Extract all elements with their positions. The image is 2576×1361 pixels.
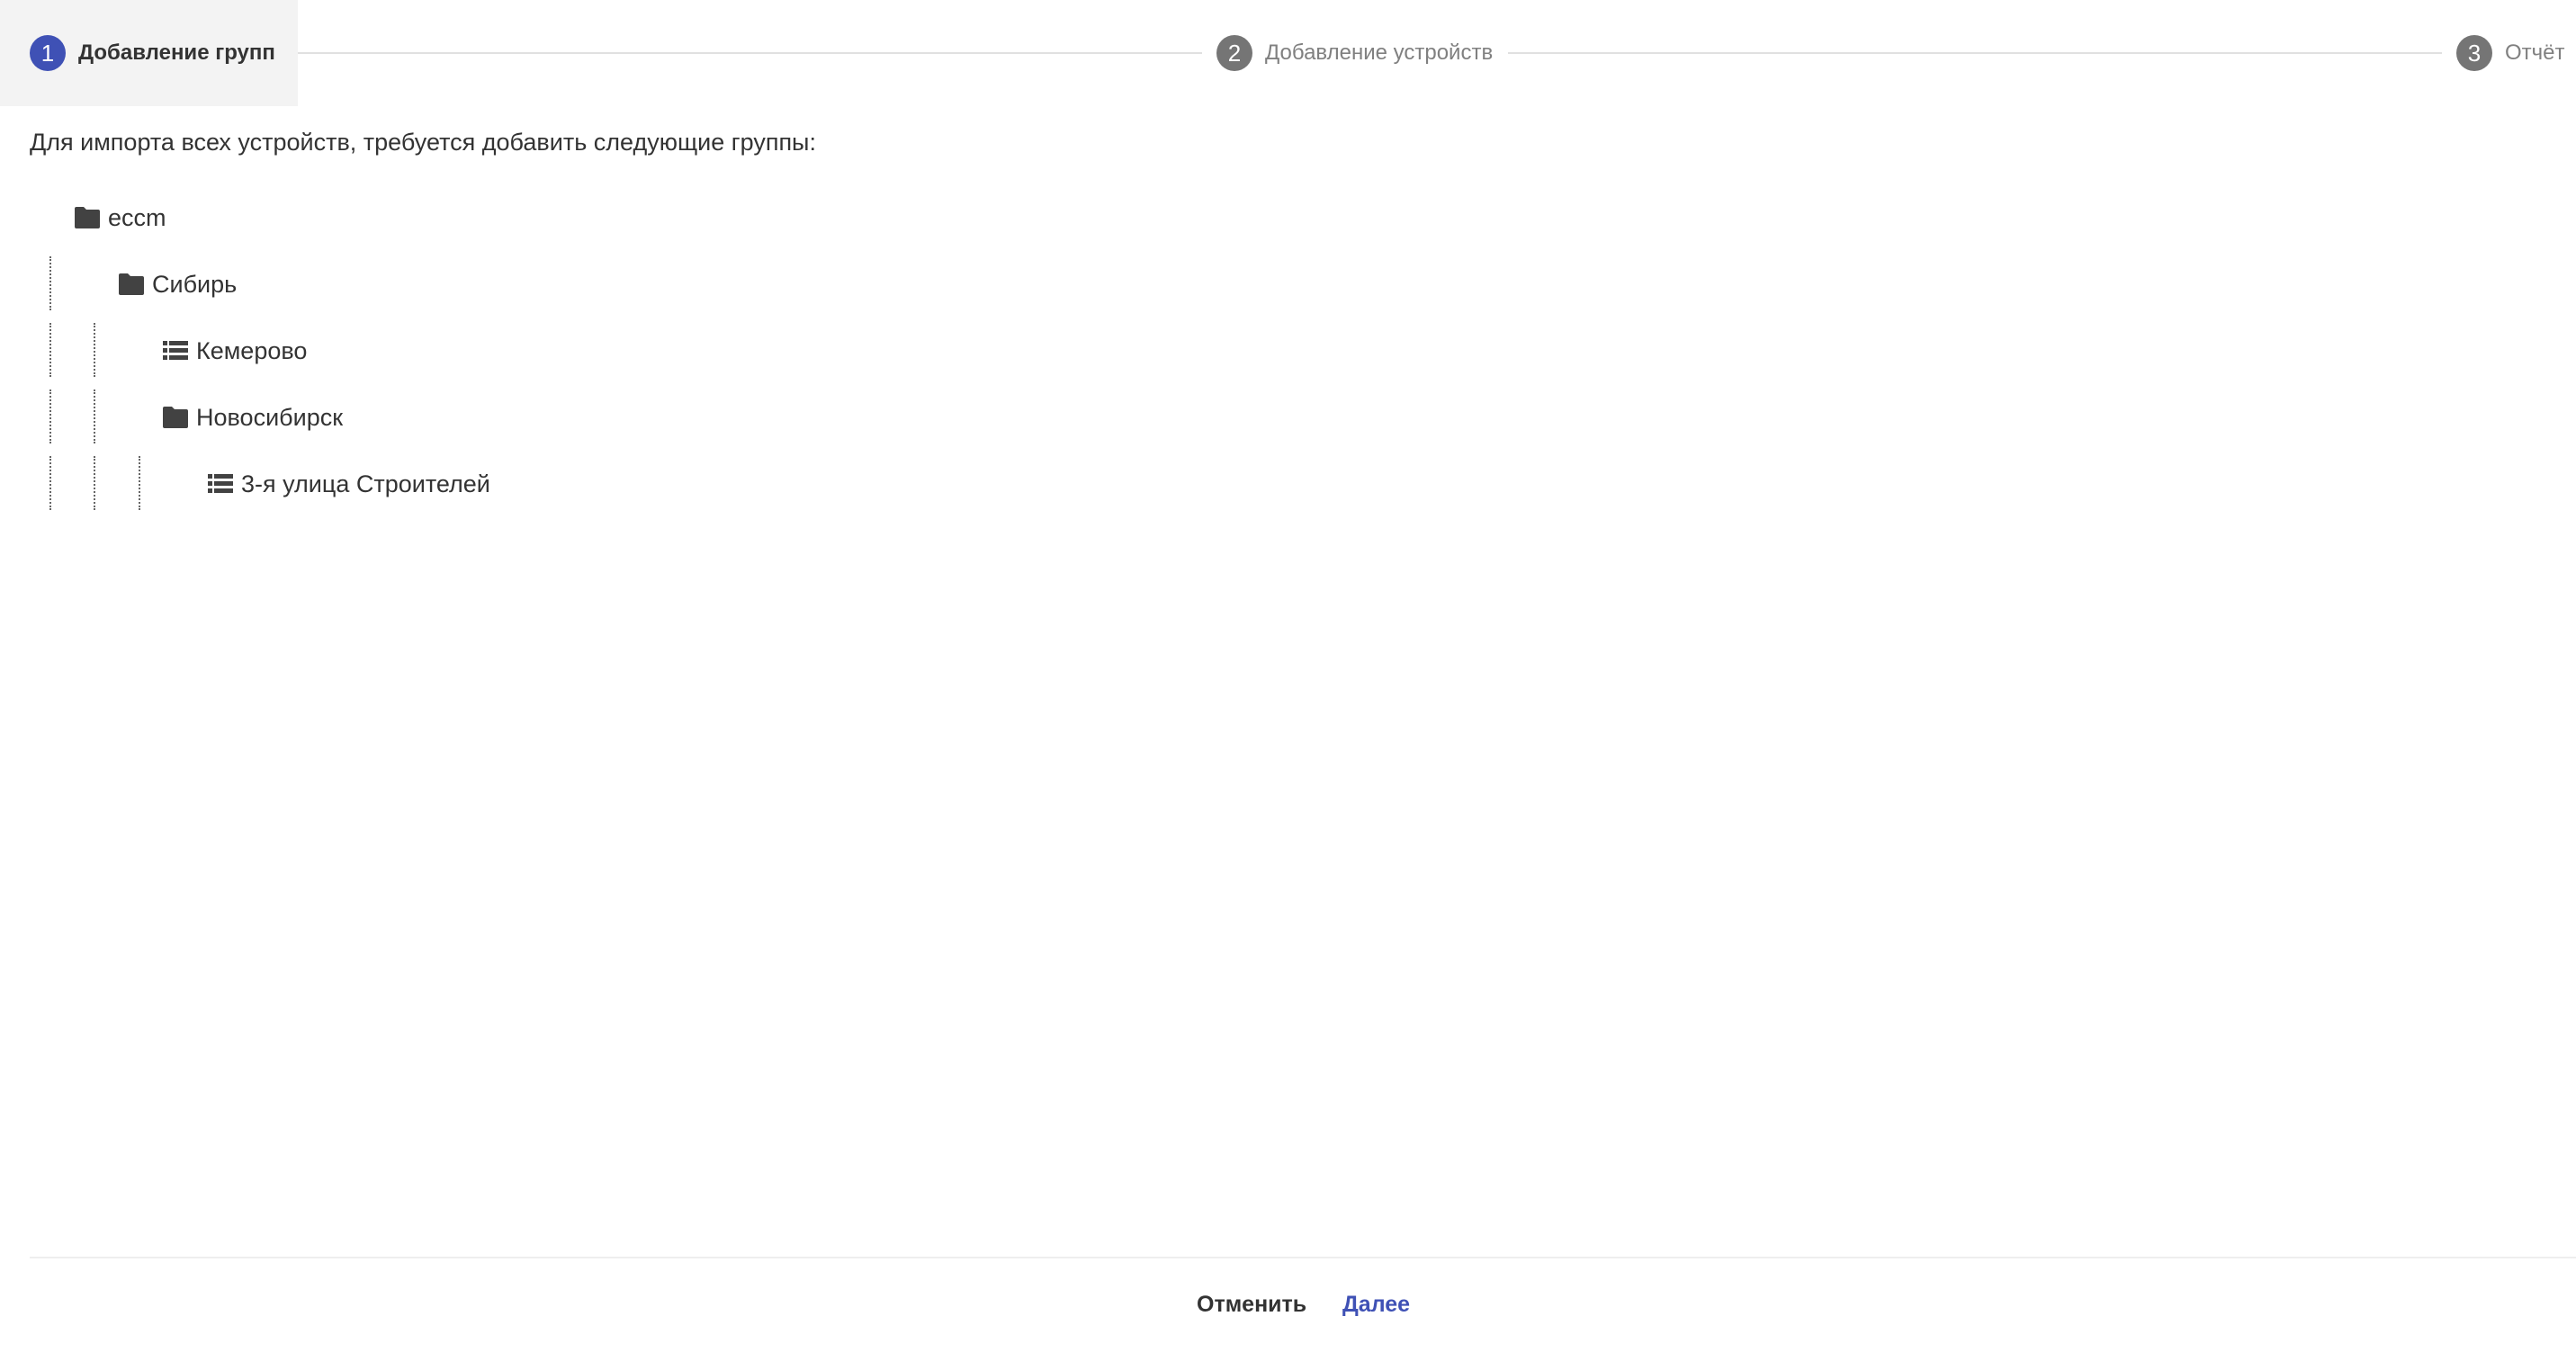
tree-guide-line [49, 389, 51, 443]
tree-guide-line [49, 256, 51, 310]
folder-icon [75, 207, 100, 228]
tree-node-label: Кемерово [196, 336, 308, 364]
tree-guide-line [94, 323, 95, 377]
step-connector [281, 52, 1202, 54]
footer-divider [30, 1257, 2576, 1258]
list-icon [163, 341, 188, 360]
tree-guide-line [139, 456, 140, 510]
step-label: Добавление групп [78, 40, 275, 65]
import-message: Для импорта всех устройств, требуется до… [30, 129, 816, 156]
stepper: 1 Добавление групп 2 Добавление устройст… [0, 0, 2576, 106]
step-connector [1508, 52, 2442, 54]
step-number-circle: 2 [1216, 35, 1252, 71]
step-label: Отчёт [2505, 40, 2565, 65]
step-add-devices[interactable]: 2 Добавление устройств [1204, 0, 1506, 106]
step-add-groups[interactable]: 1 Добавление групп [0, 0, 298, 106]
tree-node-label: eccm [108, 203, 166, 231]
step-label: Добавление устройств [1265, 40, 1494, 65]
tree-node-label: Сибирь [152, 270, 238, 298]
step-report[interactable]: 3 Отчёт [2444, 0, 2565, 106]
folder-icon [119, 273, 144, 295]
footer-actions: Отменить Далее [0, 1276, 2576, 1333]
list-icon [208, 474, 233, 493]
tree-guide-line [49, 323, 51, 377]
import-wizard: 1 Добавление групп 2 Добавление устройст… [0, 0, 2576, 1361]
tree-node-eccm[interactable]: eccm [74, 184, 166, 251]
tree-guide-line [94, 389, 95, 443]
step-number-circle: 3 [2456, 35, 2492, 71]
tree-node-siberia[interactable]: Сибирь [118, 251, 237, 318]
next-button[interactable]: Далее [1333, 1276, 1419, 1333]
folder-icon [163, 407, 188, 428]
cancel-button[interactable]: Отменить [1188, 1276, 1315, 1333]
tree-guide-line [94, 456, 95, 510]
tree-node-kemerovo[interactable]: Кемерово [162, 318, 307, 384]
tree-node-label: 3-я улица Строителей [241, 470, 490, 497]
tree-node-3rd-stroiteley-street[interactable]: 3-я улица Строителей [207, 451, 490, 517]
tree-guide-line [49, 456, 51, 510]
tree-node-novosibirsk[interactable]: Новосибирск [162, 384, 343, 451]
step-number-circle: 1 [30, 35, 66, 71]
tree-node-label: Новосибирск [196, 403, 344, 431]
